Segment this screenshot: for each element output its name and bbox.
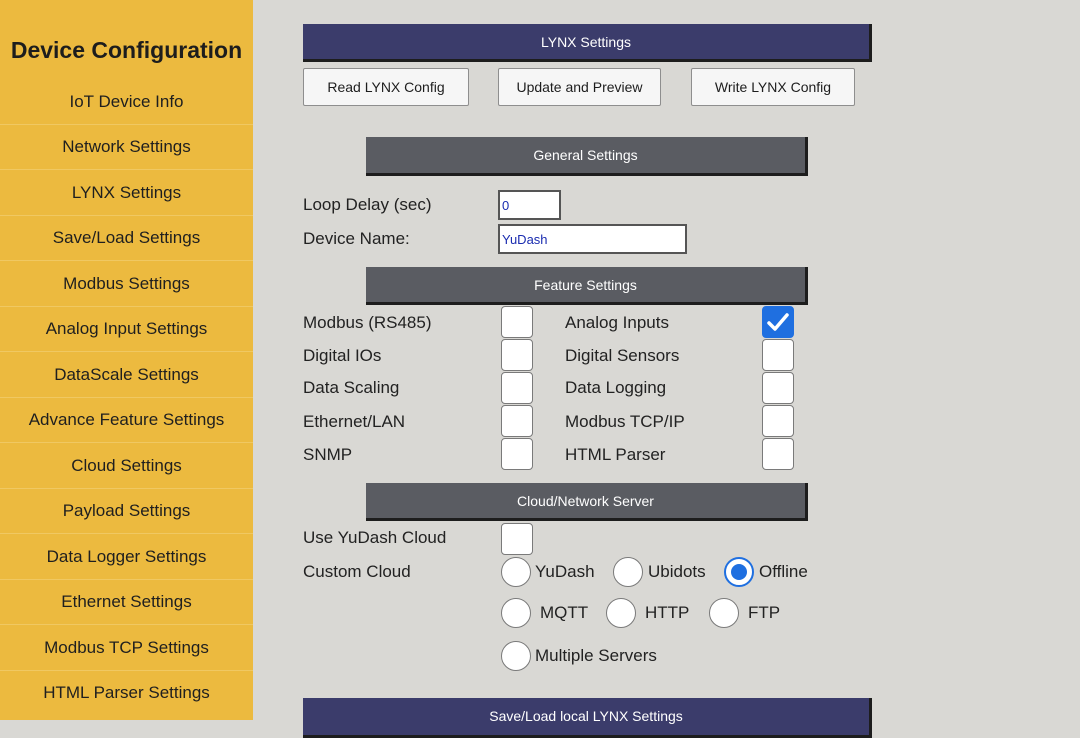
device-name-input[interactable] xyxy=(498,224,687,254)
radio-multiple-servers[interactable] xyxy=(501,641,531,671)
checkmark-icon xyxy=(767,313,789,331)
sidebar-item-payload-settings[interactable]: Payload Settings xyxy=(0,488,253,534)
sidebar-item-modbus-tcp-settings[interactable]: Modbus TCP Settings xyxy=(0,625,253,671)
loop-delay-input[interactable] xyxy=(498,190,561,220)
feature-label-html-parser: HTML Parser xyxy=(565,445,666,464)
feature-label-analog-inputs: Analog Inputs xyxy=(565,313,669,332)
radio-http[interactable] xyxy=(606,598,636,628)
radio-yudash[interactable] xyxy=(501,557,531,587)
feature-label-digital-sensors: Digital Sensors xyxy=(565,346,680,365)
checkbox-use-yudash-cloud[interactable] xyxy=(501,523,533,555)
write-lynx-config-button[interactable]: Write LYNX Config xyxy=(691,68,855,106)
sidebar-item-cloud-settings[interactable]: Cloud Settings xyxy=(0,443,253,489)
sidebar-item-iot-device-info[interactable]: IoT Device Info xyxy=(0,79,253,125)
custom-cloud-label: Custom Cloud xyxy=(303,562,411,581)
checkbox-digital-ios[interactable] xyxy=(501,339,533,371)
checkbox-data-logging[interactable] xyxy=(762,372,794,404)
checkbox-modbus-rs485[interactable] xyxy=(501,306,533,338)
radio-label-yudash: YuDash xyxy=(535,562,595,581)
sidebar-title: Device Configuration xyxy=(10,37,243,63)
checkbox-snmp[interactable] xyxy=(501,438,533,470)
sidebar-item-advance-feature-settings[interactable]: Advance Feature Settings xyxy=(0,397,253,443)
general-settings-header: General Settings xyxy=(366,137,808,176)
checkbox-data-scaling[interactable] xyxy=(501,372,533,404)
device-name-label: Device Name: xyxy=(303,229,410,248)
checkbox-modbus-tcp-ip[interactable] xyxy=(762,405,794,437)
read-lynx-config-button[interactable]: Read LYNX Config xyxy=(303,68,469,106)
feature-label-snmp: SNMP xyxy=(303,445,353,464)
radio-label-http: HTTP xyxy=(645,603,690,622)
sidebar-item-network-settings[interactable]: Network Settings xyxy=(0,124,253,170)
radio-label-offline: Offline xyxy=(759,562,808,581)
checkbox-analog-inputs[interactable] xyxy=(762,306,794,338)
radio-ubidots[interactable] xyxy=(613,557,643,587)
checkbox-ethernet-lan[interactable] xyxy=(501,405,533,437)
feature-label-digital-ios: Digital IOs xyxy=(303,346,382,365)
save-load-local-lynx-settings-header: Save/Load local LYNX Settings xyxy=(303,698,872,738)
radio-mqtt[interactable] xyxy=(501,598,531,628)
lynx-settings-header: LYNX Settings xyxy=(303,24,872,62)
radio-ftp[interactable] xyxy=(709,598,739,628)
feature-label-ethernet-lan: Ethernet/LAN xyxy=(303,412,406,431)
sidebar: Device Configuration IoT Device Info Net… xyxy=(0,0,253,720)
radio-label-ftp: FTP xyxy=(748,603,781,622)
sidebar-item-analog-input-settings[interactable]: Analog Input Settings xyxy=(0,306,253,352)
update-and-preview-button[interactable]: Update and Preview xyxy=(498,68,661,106)
radio-label-ubidots: Ubidots xyxy=(648,562,706,581)
feature-label-data-scaling: Data Scaling xyxy=(303,378,400,397)
sidebar-item-save-load-settings[interactable]: Save/Load Settings xyxy=(0,215,253,261)
radio-label-multiple-servers: Multiple Servers xyxy=(535,646,657,665)
checkbox-digital-sensors[interactable] xyxy=(762,339,794,371)
sidebar-item-ethernet-settings[interactable]: Ethernet Settings xyxy=(0,579,253,625)
radio-offline[interactable] xyxy=(724,557,754,587)
radio-label-mqtt: MQTT xyxy=(540,603,589,622)
feature-label-modbus-rs485: Modbus (RS485) xyxy=(303,313,432,332)
sidebar-item-data-logger-settings[interactable]: Data Logger Settings xyxy=(0,534,253,580)
cloud-network-server-header: Cloud/Network Server xyxy=(366,483,808,521)
feature-label-modbus-tcp-ip: Modbus TCP/IP xyxy=(565,412,685,431)
feature-label-data-logging: Data Logging xyxy=(565,378,667,397)
sidebar-item-modbus-settings[interactable]: Modbus Settings xyxy=(0,261,253,307)
loop-delay-label: Loop Delay (sec) xyxy=(303,195,432,214)
sidebar-item-lynx-settings[interactable]: LYNX Settings xyxy=(0,170,253,216)
feature-settings-header: Feature Settings xyxy=(366,267,808,305)
use-yudash-cloud-label: Use YuDash Cloud xyxy=(303,528,447,547)
checkbox-html-parser[interactable] xyxy=(762,438,794,470)
sidebar-item-html-parser-settings[interactable]: HTML Parser Settings xyxy=(0,670,253,715)
sidebar-item-datascale-settings[interactable]: DataScale Settings xyxy=(0,352,253,398)
